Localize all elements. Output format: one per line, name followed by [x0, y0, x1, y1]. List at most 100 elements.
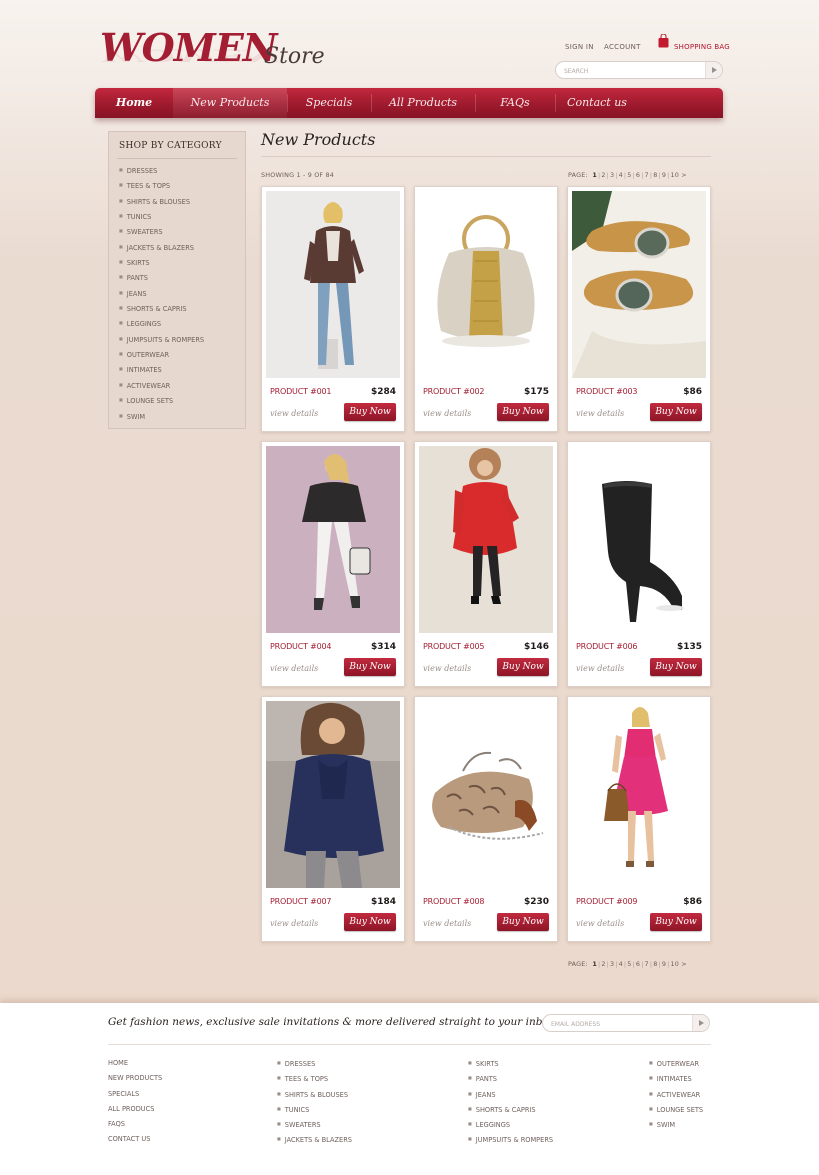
product-image[interactable] — [419, 701, 553, 888]
store-logo[interactable]: WOMEN WOMEN Store — [100, 24, 340, 74]
product-name[interactable]: PRODUCT #008 — [423, 897, 484, 906]
footer-link[interactable]: NEW PRODUCTS — [108, 1072, 162, 1087]
footer-link[interactable]: ALL PRODUCS — [108, 1103, 162, 1118]
footer-link[interactable]: ACTIVEWEAR — [649, 1088, 703, 1103]
category-item[interactable]: TEES & TOPS — [119, 179, 204, 194]
footer-link[interactable]: SPECIALS — [108, 1088, 162, 1103]
view-details-link[interactable]: view details — [270, 919, 318, 928]
page-link-next[interactable]: 10 > — [670, 171, 686, 179]
buy-now-button[interactable]: Buy Now — [650, 403, 702, 421]
category-item[interactable]: SWIM — [119, 410, 204, 425]
buy-now-button[interactable]: Buy Now — [497, 913, 549, 931]
page-link[interactable]: 6 — [636, 960, 640, 968]
footer-link[interactable]: PANTS — [468, 1072, 553, 1087]
nav-all-products[interactable]: All Products — [371, 88, 475, 118]
category-item[interactable]: SHORTS & CAPRIS — [119, 302, 204, 317]
account-link[interactable]: ACCOUNT — [604, 43, 641, 51]
category-item[interactable]: JUMPSUITS & ROMPERS — [119, 333, 204, 348]
page-link[interactable]: 7 — [645, 171, 649, 179]
view-details-link[interactable]: view details — [270, 664, 318, 673]
page-link[interactable]: 1 — [592, 171, 597, 179]
page-link[interactable]: 3 — [610, 960, 614, 968]
nav-home[interactable]: Home — [95, 88, 173, 118]
page-link[interactable]: 6 — [636, 171, 640, 179]
footer-link[interactable]: JACKETS & BLAZERS — [277, 1133, 352, 1148]
category-item[interactable]: PANTS — [119, 271, 204, 286]
nav-new-products[interactable]: New Products — [173, 88, 287, 118]
product-image[interactable] — [572, 701, 706, 888]
product-image[interactable] — [266, 446, 400, 633]
view-details-link[interactable]: view details — [423, 664, 471, 673]
footer-link[interactable]: LEGGINGS — [468, 1118, 553, 1133]
product-image[interactable] — [266, 191, 400, 378]
footer-link[interactable]: DRESSES — [277, 1057, 352, 1072]
view-details-link[interactable]: view details — [423, 919, 471, 928]
sign-in-link[interactable]: SIGN IN — [565, 43, 594, 51]
nav-specials[interactable]: Specials — [287, 88, 371, 118]
footer-link[interactable]: INTIMATES — [649, 1072, 703, 1087]
footer-link[interactable]: TUNICS — [277, 1103, 352, 1118]
footer-link[interactable]: SHORTS & CAPRIS — [468, 1103, 553, 1118]
page-link[interactable]: 7 — [645, 960, 649, 968]
nav-faqs[interactable]: FAQs — [475, 88, 555, 118]
page-link[interactable]: 8 — [653, 960, 657, 968]
footer-link[interactable]: LOUNGE SETS — [649, 1103, 703, 1118]
footer-link[interactable]: OUTERWEAR — [649, 1057, 703, 1072]
category-item[interactable]: OUTERWEAR — [119, 348, 204, 363]
view-details-link[interactable]: view details — [423, 409, 471, 418]
page-link-next[interactable]: 10 > — [670, 960, 686, 968]
footer-link[interactable]: SHIRTS & BLOUSES — [277, 1088, 352, 1103]
page-link[interactable]: 1 — [592, 960, 597, 968]
product-image[interactable] — [572, 446, 706, 633]
footer-link[interactable]: SWEATERS — [277, 1118, 352, 1133]
product-name[interactable]: PRODUCT #002 — [423, 387, 484, 396]
page-link[interactable]: 5 — [627, 960, 631, 968]
buy-now-button[interactable]: Buy Now — [650, 913, 702, 931]
footer-link[interactable]: TEES & TOPS — [277, 1072, 352, 1087]
view-details-link[interactable]: view details — [576, 664, 624, 673]
product-name[interactable]: PRODUCT #005 — [423, 642, 484, 651]
category-item[interactable]: LEGGINGS — [119, 317, 204, 332]
buy-now-button[interactable]: Buy Now — [344, 403, 396, 421]
product-image[interactable] — [419, 446, 553, 633]
product-image[interactable] — [572, 191, 706, 378]
category-item[interactable]: SWEATERS — [119, 225, 204, 240]
buy-now-button[interactable]: Buy Now — [650, 658, 702, 676]
category-item[interactable]: SKIRTS — [119, 256, 204, 271]
product-name[interactable]: PRODUCT #007 — [270, 897, 331, 906]
page-link[interactable]: 4 — [619, 960, 623, 968]
buy-now-button[interactable]: Buy Now — [344, 913, 396, 931]
category-item[interactable]: SHIRTS & BLOUSES — [119, 195, 204, 210]
page-link[interactable]: 5 — [627, 171, 631, 179]
product-name[interactable]: PRODUCT #006 — [576, 642, 637, 651]
category-item[interactable]: LOUNGE SETS — [119, 394, 204, 409]
page-link[interactable]: 3 — [610, 171, 614, 179]
footer-link[interactable]: CONTACT US — [108, 1133, 162, 1148]
search-button[interactable] — [705, 62, 722, 78]
subscribe-button[interactable] — [692, 1015, 709, 1031]
product-image[interactable] — [266, 701, 400, 888]
page-link[interactable]: 4 — [619, 171, 623, 179]
footer-link[interactable]: SWIM — [649, 1118, 703, 1133]
product-name[interactable]: PRODUCT #004 — [270, 642, 331, 651]
footer-link[interactable]: JEANS — [468, 1088, 553, 1103]
view-details-link[interactable]: view details — [576, 409, 624, 418]
page-link[interactable]: 8 — [653, 171, 657, 179]
category-item[interactable]: JACKETS & BLAZERS — [119, 241, 204, 256]
page-link[interactable]: 9 — [662, 171, 666, 179]
nav-contact-us[interactable]: Contact us — [555, 88, 639, 118]
footer-link[interactable]: SKIRTS — [468, 1057, 553, 1072]
category-item[interactable]: JEANS — [119, 287, 204, 302]
email-input[interactable] — [549, 1017, 693, 1031]
product-name[interactable]: PRODUCT #001 — [270, 387, 331, 396]
category-item[interactable]: DRESSES — [119, 164, 204, 179]
footer-link[interactable]: HOME — [108, 1057, 162, 1072]
buy-now-button[interactable]: Buy Now — [497, 403, 549, 421]
buy-now-button[interactable]: Buy Now — [344, 658, 396, 676]
buy-now-button[interactable]: Buy Now — [497, 658, 549, 676]
category-item[interactable]: ACTIVEWEAR — [119, 379, 204, 394]
footer-link[interactable]: FAQS — [108, 1118, 162, 1133]
product-image[interactable] — [419, 191, 553, 378]
product-name[interactable]: PRODUCT #009 — [576, 897, 637, 906]
category-item[interactable]: INTIMATES — [119, 363, 204, 378]
